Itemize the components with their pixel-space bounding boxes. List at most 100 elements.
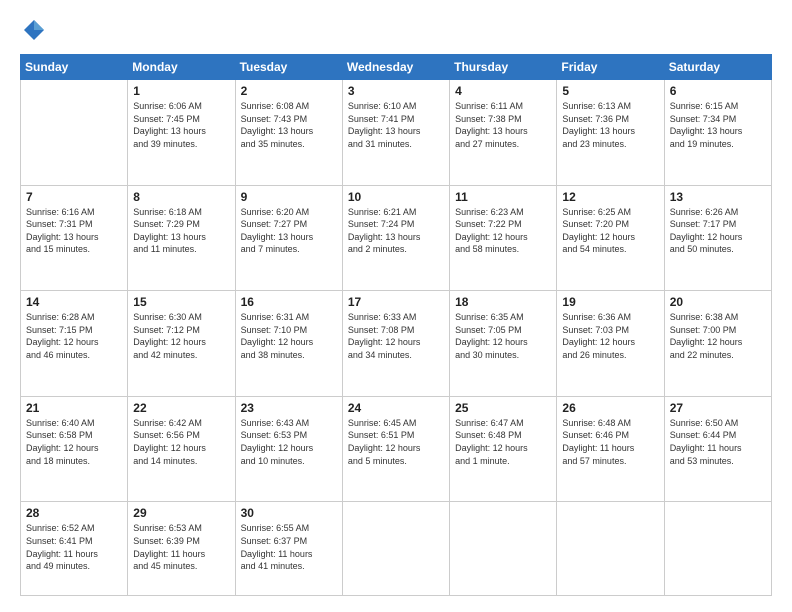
day-info: Sunrise: 6:50 AM Sunset: 6:44 PM Dayligh… — [670, 417, 766, 467]
day-number: 26 — [562, 401, 658, 415]
day-number: 1 — [133, 84, 229, 98]
day-number: 30 — [241, 506, 337, 520]
week-row-3: 14 Sunrise: 6:28 AM Sunset: 7:15 PM Dayli… — [21, 291, 772, 397]
calendar-cell: 7 Sunrise: 6:16 AM Sunset: 7:31 PM Daylig… — [21, 185, 128, 291]
weekday-header-thursday: Thursday — [450, 55, 557, 80]
day-number: 8 — [133, 190, 229, 204]
calendar-cell: 27 Sunrise: 6:50 AM Sunset: 6:44 PM Dayli… — [664, 396, 771, 502]
week-row-4: 21Sunrise: 6:40 AM Sunset: 6:58 PM Dayli… — [21, 396, 772, 502]
calendar-cell: 26 Sunrise: 6:48 AM Sunset: 6:46 PM Dayli… — [557, 396, 664, 502]
day-number: 19 — [562, 295, 658, 309]
calendar-cell: 12 Sunrise: 6:25 AM Sunset: 7:20 PM Dayli… — [557, 185, 664, 291]
day-number: 10 — [348, 190, 444, 204]
weekday-header-tuesday: Tuesday — [235, 55, 342, 80]
day-info: Sunrise: 6:53 AM Sunset: 6:39 PM Dayligh… — [133, 522, 229, 572]
day-number: 20 — [670, 295, 766, 309]
calendar-cell: 23Sunrise: 6:43 AM Sunset: 6:53 PM Dayli… — [235, 396, 342, 502]
day-info: Sunrise: 6:21 AM Sunset: 7:24 PM Dayligh… — [348, 206, 444, 256]
day-number: 25 — [455, 401, 551, 415]
day-info: Sunrise: 6:10 AM Sunset: 7:41 PM Dayligh… — [348, 100, 444, 150]
day-info: Sunrise: 6:16 AM Sunset: 7:31 PM Dayligh… — [26, 206, 122, 256]
day-info: Sunrise: 6:30 AM Sunset: 7:12 PM Dayligh… — [133, 311, 229, 361]
day-info: Sunrise: 6:35 AM Sunset: 7:05 PM Dayligh… — [455, 311, 551, 361]
calendar-cell — [21, 80, 128, 186]
weekday-header-sunday: Sunday — [21, 55, 128, 80]
weekday-header-monday: Monday — [128, 55, 235, 80]
day-number: 15 — [133, 295, 229, 309]
day-info: Sunrise: 6:45 AM Sunset: 6:51 PM Dayligh… — [348, 417, 444, 467]
weekday-header-wednesday: Wednesday — [342, 55, 449, 80]
day-info: Sunrise: 6:15 AM Sunset: 7:34 PM Dayligh… — [670, 100, 766, 150]
day-number: 23 — [241, 401, 337, 415]
calendar-cell: 29 Sunrise: 6:53 AM Sunset: 6:39 PM Dayli… — [128, 502, 235, 596]
day-info: Sunrise: 6:13 AM Sunset: 7:36 PM Dayligh… — [562, 100, 658, 150]
calendar-cell: 20 Sunrise: 6:38 AM Sunset: 7:00 PM Dayli… — [664, 291, 771, 397]
day-number: 2 — [241, 84, 337, 98]
calendar-cell: 11 Sunrise: 6:23 AM Sunset: 7:22 PM Dayli… — [450, 185, 557, 291]
calendar-cell: 13Sunrise: 6:26 AM Sunset: 7:17 PM Dayli… — [664, 185, 771, 291]
day-number: 18 — [455, 295, 551, 309]
day-info: Sunrise: 6:31 AM Sunset: 7:10 PM Dayligh… — [241, 311, 337, 361]
calendar-cell: 2 Sunrise: 6:08 AM Sunset: 7:43 PM Daylig… — [235, 80, 342, 186]
calendar-cell: 8 Sunrise: 6:18 AM Sunset: 7:29 PM Daylig… — [128, 185, 235, 291]
day-info: Sunrise: 6:40 AM Sunset: 6:58 PM Dayligh… — [26, 417, 122, 467]
day-number: 24 — [348, 401, 444, 415]
day-number: 11 — [455, 190, 551, 204]
calendar-cell: 24 Sunrise: 6:45 AM Sunset: 6:51 PM Dayli… — [342, 396, 449, 502]
day-info: Sunrise: 6:08 AM Sunset: 7:43 PM Dayligh… — [241, 100, 337, 150]
day-number: 12 — [562, 190, 658, 204]
day-info: Sunrise: 6:11 AM Sunset: 7:38 PM Dayligh… — [455, 100, 551, 150]
calendar-cell — [664, 502, 771, 596]
calendar-cell: 25 Sunrise: 6:47 AM Sunset: 6:48 PM Dayli… — [450, 396, 557, 502]
page: SundayMondayTuesdayWednesdayThursdayFrid… — [0, 0, 792, 612]
day-info: Sunrise: 6:06 AM Sunset: 7:45 PM Dayligh… — [133, 100, 229, 150]
day-number: 16 — [241, 295, 337, 309]
day-number: 17 — [348, 295, 444, 309]
day-number: 4 — [455, 84, 551, 98]
calendar-cell: 15 Sunrise: 6:30 AM Sunset: 7:12 PM Dayli… — [128, 291, 235, 397]
calendar-cell: 4 Sunrise: 6:11 AM Sunset: 7:38 PM Daylig… — [450, 80, 557, 186]
day-info: Sunrise: 6:38 AM Sunset: 7:00 PM Dayligh… — [670, 311, 766, 361]
calendar-cell: 18 Sunrise: 6:35 AM Sunset: 7:05 PM Dayli… — [450, 291, 557, 397]
calendar-cell: 6 Sunrise: 6:15 AM Sunset: 7:34 PM Daylig… — [664, 80, 771, 186]
calendar-cell: 14 Sunrise: 6:28 AM Sunset: 7:15 PM Dayli… — [21, 291, 128, 397]
day-number: 27 — [670, 401, 766, 415]
calendar-cell: 22Sunrise: 6:42 AM Sunset: 6:56 PM Dayli… — [128, 396, 235, 502]
week-row-2: 7 Sunrise: 6:16 AM Sunset: 7:31 PM Daylig… — [21, 185, 772, 291]
logo-icon — [20, 16, 48, 44]
day-number: 28 — [26, 506, 122, 520]
day-info: Sunrise: 6:55 AM Sunset: 6:37 PM Dayligh… — [241, 522, 337, 572]
day-number: 3 — [348, 84, 444, 98]
day-number: 7 — [26, 190, 122, 204]
calendar-cell: 28 Sunrise: 6:52 AM Sunset: 6:41 PM Dayli… — [21, 502, 128, 596]
day-info: Sunrise: 6:23 AM Sunset: 7:22 PM Dayligh… — [455, 206, 551, 256]
day-info: Sunrise: 6:25 AM Sunset: 7:20 PM Dayligh… — [562, 206, 658, 256]
day-info: Sunrise: 6:18 AM Sunset: 7:29 PM Dayligh… — [133, 206, 229, 256]
calendar-cell: 17 Sunrise: 6:33 AM Sunset: 7:08 PM Dayli… — [342, 291, 449, 397]
week-row-1: 1 Sunrise: 6:06 AM Sunset: 7:45 PM Daylig… — [21, 80, 772, 186]
day-info: Sunrise: 6:48 AM Sunset: 6:46 PM Dayligh… — [562, 417, 658, 467]
day-info: Sunrise: 6:52 AM Sunset: 6:41 PM Dayligh… — [26, 522, 122, 572]
calendar-cell: 1 Sunrise: 6:06 AM Sunset: 7:45 PM Daylig… — [128, 80, 235, 186]
calendar-table: SundayMondayTuesdayWednesdayThursdayFrid… — [20, 54, 772, 596]
weekday-header-saturday: Saturday — [664, 55, 771, 80]
header — [20, 16, 772, 44]
calendar-cell: 3 Sunrise: 6:10 AM Sunset: 7:41 PM Daylig… — [342, 80, 449, 186]
day-number: 6 — [670, 84, 766, 98]
day-info: Sunrise: 6:28 AM Sunset: 7:15 PM Dayligh… — [26, 311, 122, 361]
calendar-cell: 30 Sunrise: 6:55 AM Sunset: 6:37 PM Dayli… — [235, 502, 342, 596]
day-info: Sunrise: 6:47 AM Sunset: 6:48 PM Dayligh… — [455, 417, 551, 467]
day-number: 22 — [133, 401, 229, 415]
calendar-cell: 16 Sunrise: 6:31 AM Sunset: 7:10 PM Dayli… — [235, 291, 342, 397]
day-info: Sunrise: 6:33 AM Sunset: 7:08 PM Dayligh… — [348, 311, 444, 361]
week-row-5: 28 Sunrise: 6:52 AM Sunset: 6:41 PM Dayli… — [21, 502, 772, 596]
calendar-cell — [450, 502, 557, 596]
day-number: 29 — [133, 506, 229, 520]
day-number: 9 — [241, 190, 337, 204]
day-number: 14 — [26, 295, 122, 309]
calendar-cell: 19Sunrise: 6:36 AM Sunset: 7:03 PM Dayli… — [557, 291, 664, 397]
day-info: Sunrise: 6:20 AM Sunset: 7:27 PM Dayligh… — [241, 206, 337, 256]
calendar-cell: 5Sunrise: 6:13 AM Sunset: 7:36 PM Daylig… — [557, 80, 664, 186]
calendar-cell — [557, 502, 664, 596]
day-number: 13 — [670, 190, 766, 204]
